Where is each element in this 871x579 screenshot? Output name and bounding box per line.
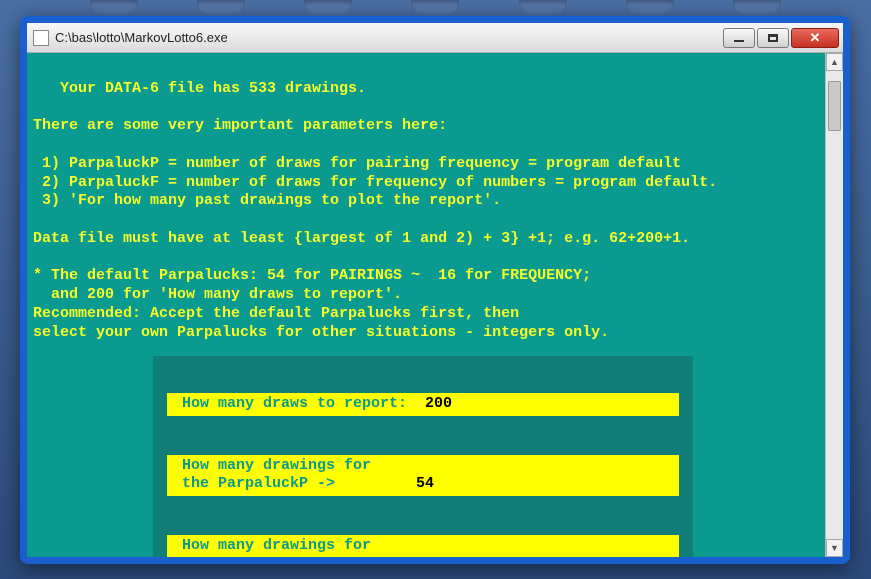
scroll-track[interactable] xyxy=(826,71,843,539)
console-output: Your DATA-6 file has 533 drawings. There… xyxy=(27,53,825,557)
input-row-parpaluckp[interactable]: How many drawings for the ParpaluckP -> … xyxy=(167,455,679,497)
console-line: Recommended: Accept the default Parpaluc… xyxy=(33,305,519,322)
input-value[interactable]: 200 xyxy=(425,395,452,414)
vertical-scrollbar[interactable]: ▲ ▼ xyxy=(825,53,843,557)
console-line: Data file must have at least {largest of… xyxy=(33,230,690,247)
console-line: 1) ParpaluckP = number of draws for pair… xyxy=(33,155,681,172)
input-value[interactable]: 16 xyxy=(416,556,434,558)
input-label: How many drawings for the ParpaluckP -> xyxy=(173,457,416,495)
input-label: How many draws to report: xyxy=(173,395,425,414)
console-line: 2) ParpaluckF = number of draws for freq… xyxy=(33,174,717,191)
maximize-button[interactable] xyxy=(757,28,789,48)
minimize-icon xyxy=(734,40,744,42)
scroll-thumb[interactable] xyxy=(828,81,841,131)
input-label: How many drawings for the ParpaluckF -> xyxy=(173,537,416,557)
scroll-down-button[interactable]: ▼ xyxy=(826,539,843,557)
input-row-draws-report[interactable]: How many draws to report: 200 xyxy=(167,393,679,416)
input-panel: How many draws to report: 200 How many d… xyxy=(153,356,693,557)
console-line: * The default Parpalucks: 54 for PAIRING… xyxy=(33,267,591,284)
close-button[interactable]: ✕ xyxy=(791,28,839,48)
console-line: Your DATA-6 file has 533 drawings. xyxy=(33,80,366,97)
input-value[interactable]: 54 xyxy=(416,475,434,494)
scroll-up-button[interactable]: ▲ xyxy=(826,53,843,71)
app-window: C:\bas\lotto\MarkovLotto6.exe ✕ Your DAT… xyxy=(20,16,850,564)
console-line: select your own Parpalucks for other sit… xyxy=(33,324,609,341)
console-line: There are some very important parameters… xyxy=(33,117,447,134)
client-area: Your DATA-6 file has 533 drawings. There… xyxy=(27,53,843,557)
maximize-icon xyxy=(768,34,778,42)
close-icon: ✕ xyxy=(810,30,821,46)
window-title: C:\bas\lotto\MarkovLotto6.exe xyxy=(55,30,721,45)
app-icon xyxy=(33,30,49,46)
minimize-button[interactable] xyxy=(723,28,755,48)
input-row-parpaluckf[interactable]: How many drawings for the ParpaluckF -> … xyxy=(167,535,679,557)
console-line: 3) 'For how many past drawings to plot t… xyxy=(33,192,501,209)
titlebar[interactable]: C:\bas\lotto\MarkovLotto6.exe ✕ xyxy=(27,23,843,53)
console-line: and 200 for 'How many draws to report'. xyxy=(33,286,402,303)
